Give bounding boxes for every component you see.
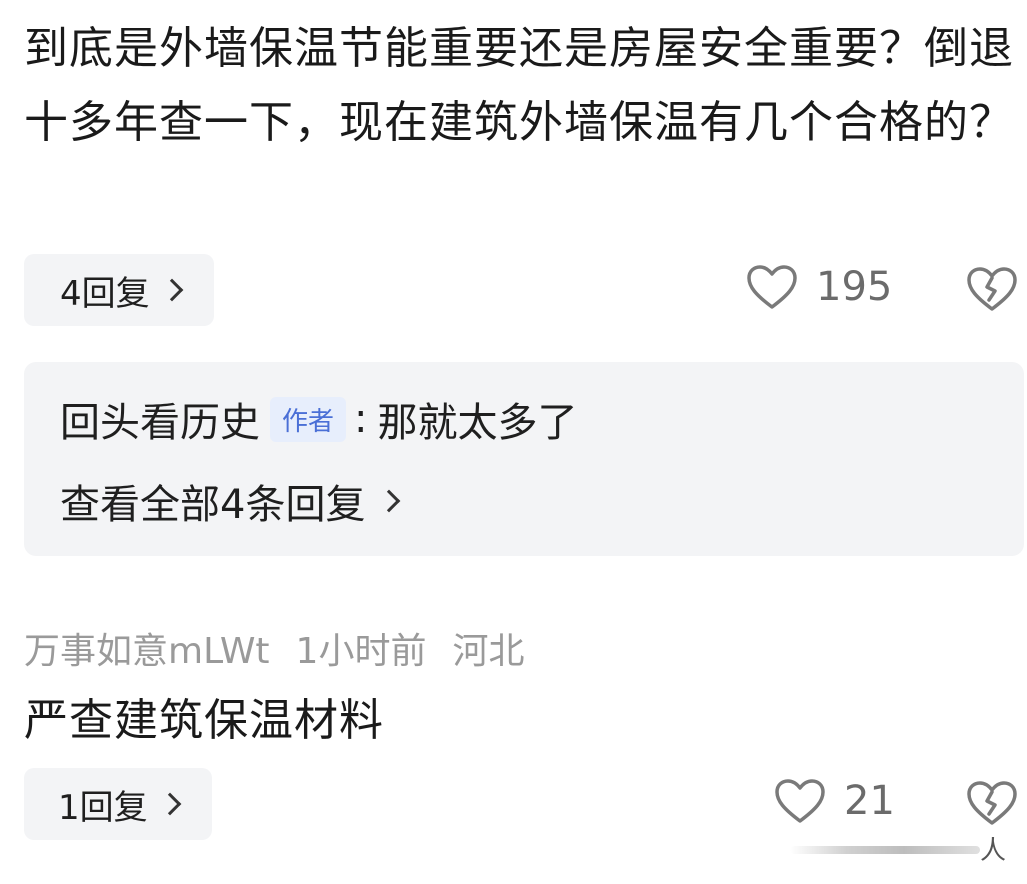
sub-reply-author[interactable]: 回头看历史 <box>60 390 260 448</box>
like-count: 21 <box>844 778 895 824</box>
comment-text: 到底是外墙保温节能重要还是房屋安全重要？倒退十多年查一下，现在建筑外墙保温有几个… <box>24 23 1014 148</box>
comment-text: 严查建筑保温材料 <box>24 695 384 746</box>
author-badge: 作者 <box>270 396 347 442</box>
heart-outline-icon <box>747 265 797 309</box>
sub-reply-text: 那就太多了 <box>377 400 578 446</box>
replies-button[interactable]: 1回复 <box>24 768 212 840</box>
watermark-glyph: 人 <box>980 836 1007 866</box>
like-count: 195 <box>816 264 893 310</box>
replies-label: 4回复 <box>60 273 150 314</box>
timestamp: 1小时前 <box>295 631 427 672</box>
comment-meta: 万事如意mLWt 1小时前 河北 <box>24 622 524 674</box>
sub-replies-panel: 回头看历史 作者 : 那就太多了 查看全部4条回复 <box>24 362 1024 556</box>
chevron-right-icon <box>160 278 183 302</box>
chevron-right-icon <box>158 792 181 816</box>
view-all-label: 查看全部4条回复 <box>60 482 366 528</box>
view-all-replies-link[interactable]: 查看全部4条回复 <box>60 472 401 530</box>
broken-heart-icon[interactable] <box>966 780 1018 826</box>
like-button[interactable]: 195 <box>746 264 892 310</box>
replies-button[interactable]: 4回复 <box>24 254 214 326</box>
location: 河北 <box>452 631 525 672</box>
like-button[interactable]: 21 <box>774 778 895 824</box>
sub-reply-separator: : <box>354 396 368 442</box>
broken-heart-icon[interactable] <box>966 266 1018 312</box>
heart-outline-icon <box>775 779 825 823</box>
username[interactable]: 万事如意mLWt <box>24 622 270 674</box>
chevron-right-icon <box>378 489 401 513</box>
watermark-bar <box>790 846 980 854</box>
sub-reply[interactable]: 回头看历史 作者 : 那就太多了 <box>60 390 578 448</box>
replies-label: 1回复 <box>58 787 148 828</box>
